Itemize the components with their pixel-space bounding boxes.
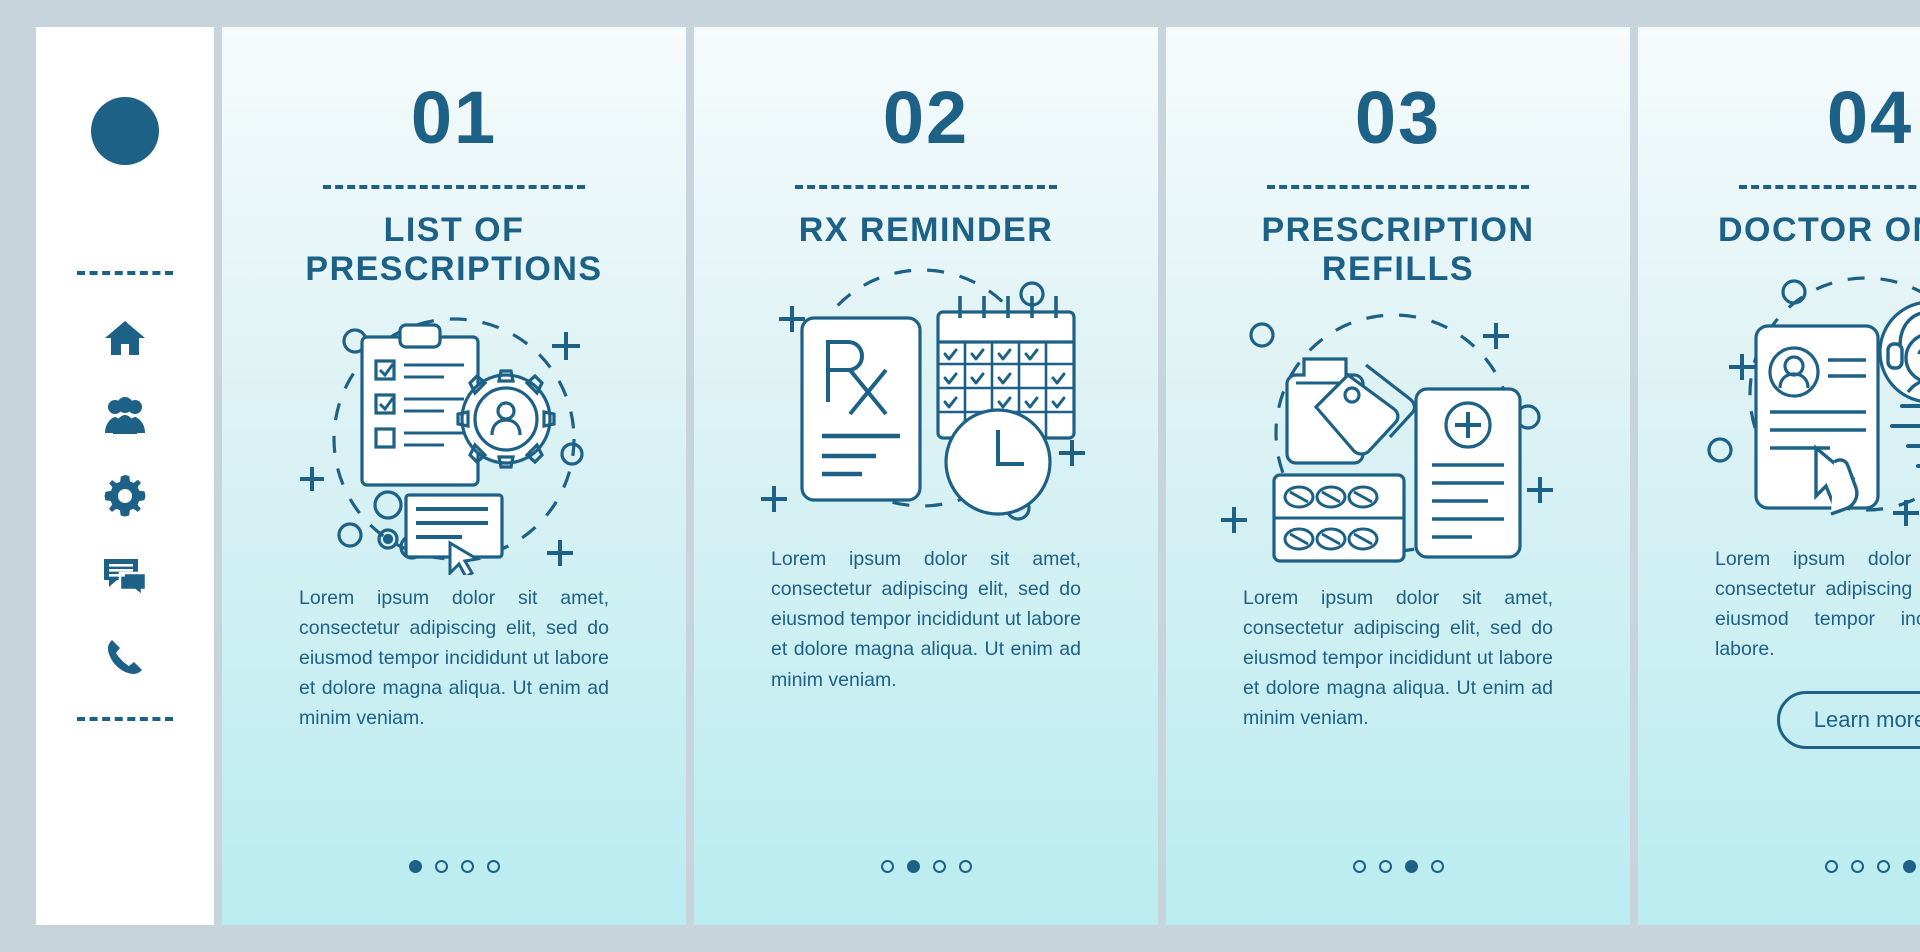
dot-4[interactable] [958, 860, 972, 873]
panel-group: 01 List of prescriptions [214, 27, 1920, 925]
panel-body: Lorem ipsum dolor sit amet, consectetur … [299, 586, 609, 730]
panel-list-of-prescriptions[interactable]: 01 List of prescriptions [222, 27, 686, 925]
panel-title: List of prescriptions [305, 211, 603, 288]
pagination-dots[interactable] [694, 860, 1158, 873]
phone-calendar-clock-illustration [726, 260, 1126, 536]
dot-2[interactable] [1850, 860, 1864, 873]
people-icon[interactable] [103, 397, 147, 435]
title-divider [795, 185, 1057, 189]
dot-2[interactable] [906, 860, 920, 873]
panel-doctor-online[interactable]: 04 Doctor online [1638, 27, 1920, 925]
step-number: 02 [882, 76, 970, 159]
home-icon[interactable] [103, 319, 147, 357]
dot-1[interactable] [1824, 860, 1838, 873]
sidebar-divider-bottom [77, 717, 173, 721]
step-number: 04 [1826, 76, 1914, 159]
panel-prescription-refills[interactable]: 03 Prescription refills [1166, 27, 1630, 925]
panel-title: Doctor online [1717, 211, 1920, 249]
pagination-dots[interactable] [1638, 860, 1920, 873]
bottle-pills-phone-illustration [1198, 299, 1598, 575]
panel-title: Rx reminder [798, 211, 1054, 249]
panel-title: Prescription refills [1261, 211, 1535, 288]
clipboard-gear-illustration [254, 299, 654, 575]
dot-3[interactable] [1876, 860, 1890, 873]
dot-1[interactable] [408, 860, 422, 873]
title-divider [323, 185, 585, 189]
dot-1[interactable] [1352, 860, 1366, 873]
sidebar-divider-top [77, 271, 173, 275]
dot-4[interactable] [1902, 860, 1916, 873]
title-divider [1267, 185, 1529, 189]
gear-icon[interactable] [104, 475, 146, 517]
phone-icon[interactable] [105, 637, 145, 677]
panel-rx-reminder[interactable]: 02 Rx reminder [694, 27, 1158, 925]
panel-body: Lorem ipsum dolor sit amet, consectetur … [1715, 547, 1920, 661]
dot-2[interactable] [434, 860, 448, 873]
sidebar [36, 27, 214, 925]
dot-1[interactable] [880, 860, 894, 873]
learn-more-button[interactable]: Learn more [1776, 690, 1920, 749]
dot-3[interactable] [932, 860, 946, 873]
onboarding-board: 01 List of prescriptions [36, 27, 1920, 925]
title-divider [1739, 185, 1920, 189]
dot-4[interactable] [486, 860, 500, 873]
step-number: 03 [1354, 76, 1442, 159]
sidebar-icon-list [102, 319, 148, 677]
step-number: 01 [410, 76, 498, 159]
dot-4[interactable] [1430, 860, 1444, 873]
pagination-dots[interactable] [222, 860, 686, 873]
panel-body: Lorem ipsum dolor sit amet, consectetur … [1243, 586, 1553, 730]
doctor-online-illustration [1670, 260, 1920, 536]
pagination-dots[interactable] [1166, 860, 1630, 873]
screenshot-root: 01 List of prescriptions [0, 0, 1920, 952]
dot-3[interactable] [1404, 860, 1418, 873]
chat-icon[interactable] [102, 557, 148, 597]
dot-2[interactable] [1378, 860, 1392, 873]
dot-3[interactable] [460, 860, 474, 873]
logo-circle [91, 97, 159, 165]
panel-body: Lorem ipsum dolor sit amet, consectetur … [771, 547, 1081, 691]
